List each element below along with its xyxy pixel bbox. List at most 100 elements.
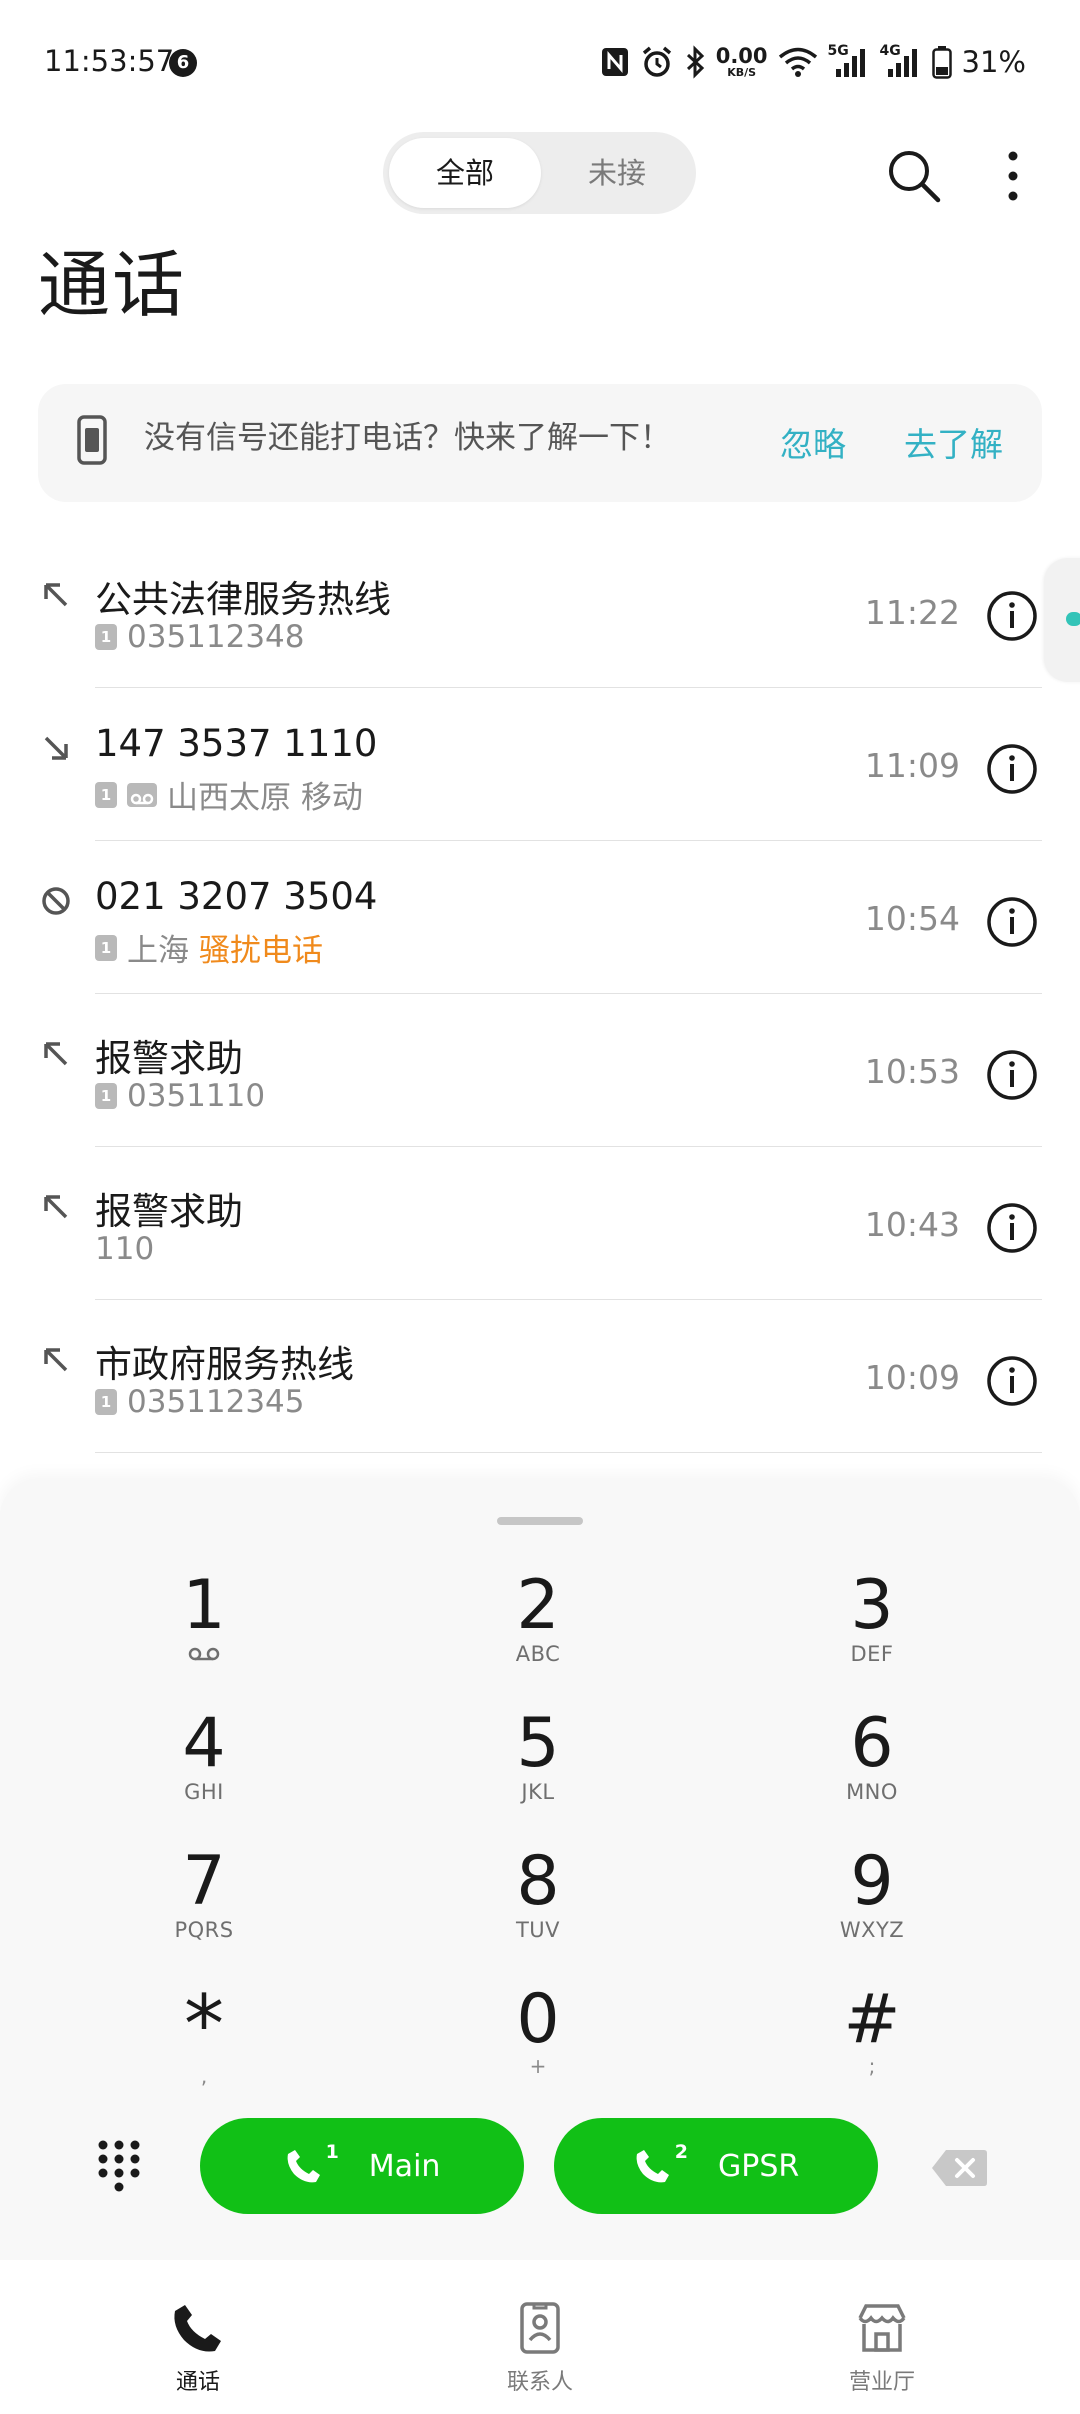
alarm-icon xyxy=(642,46,671,77)
call-time: 11:22 xyxy=(864,593,960,632)
info-icon[interactable] xyxy=(985,1201,1039,1255)
backspace-icon xyxy=(932,2150,987,2186)
dial-key-digit: * xyxy=(184,1978,224,2071)
nav-calls-label: 通话 xyxy=(175,2370,220,2395)
backspace-button[interactable] xyxy=(930,2148,988,2188)
dial-key-0[interactable]: 0 + xyxy=(438,1986,638,2106)
battery-icon xyxy=(931,46,952,79)
dial-key-1[interactable]: 1 xyxy=(104,1572,304,1692)
call-details: 1 035112345 xyxy=(95,1384,305,1420)
signal-4g-icon: 4G xyxy=(880,43,922,79)
dial-key-digit: 0 xyxy=(516,1980,560,2059)
dial-key-digit: 1 xyxy=(182,1566,226,1645)
blocked-call-icon xyxy=(42,887,70,915)
caller-name: 报警求助 xyxy=(95,1037,243,1080)
dial-key-7[interactable]: 7 PQRS xyxy=(104,1848,304,1968)
nfc-icon xyxy=(601,48,628,76)
nav-store-tab[interactable]: 营业厅 xyxy=(772,2300,992,2396)
sim-badge: 1 xyxy=(95,1083,117,1109)
dial-key-letters: DEF xyxy=(850,1642,894,1666)
bottom-navigation: 通话 联系人 营业厅 xyxy=(0,2260,1080,2414)
call-sim2-button[interactable]: 2 GPSR xyxy=(554,2118,878,2214)
dial-key-letters: PQRS xyxy=(174,1918,234,1942)
voicemail-icon xyxy=(188,1647,220,1661)
search-button[interactable] xyxy=(882,144,946,208)
banner-text: 没有信号还能打电话？快来了解一下！ xyxy=(144,420,671,456)
sim-badge: 1 xyxy=(95,624,117,650)
search-icon xyxy=(889,151,941,203)
info-icon[interactable] xyxy=(985,1354,1039,1408)
incoming-call-icon xyxy=(44,736,68,760)
banner-learn-more-button[interactable]: 去了解 xyxy=(904,418,1003,466)
dial-key-2[interactable]: 2 ABC xyxy=(438,1572,638,1692)
dial-key-letters: GHI xyxy=(184,1780,224,1804)
call-time: 10:09 xyxy=(864,1358,960,1397)
dialpad-drag-handle[interactable] xyxy=(497,1517,583,1525)
battery-percent: 31% xyxy=(961,45,1026,79)
info-icon[interactable] xyxy=(985,589,1039,643)
caller-name: 报警求助 xyxy=(95,1190,243,1233)
call-location: 山西太原 移动 xyxy=(167,780,363,816)
call-details: 110 xyxy=(95,1231,154,1267)
dial-key-8[interactable]: 8 TUV xyxy=(438,1848,638,1968)
dial-key-digit: # xyxy=(843,1980,901,2059)
dialpad-grid-icon xyxy=(98,2140,140,2192)
call-sim1-button[interactable]: 1 Main xyxy=(200,2118,524,2214)
call-log-row[interactable]: 021 3207 3504 1 上海 骚扰电话 10:54 xyxy=(0,841,1080,994)
dial-key-letters: ABC xyxy=(515,1642,561,1666)
dial-key-hash[interactable]: # ; xyxy=(772,1986,972,2106)
nav-calls-tab[interactable]: 通话 xyxy=(88,2300,308,2396)
call-button-label: GPSR xyxy=(718,2148,800,2184)
sim-number: 1 xyxy=(325,2141,339,2163)
info-icon[interactable] xyxy=(985,895,1039,949)
dial-key-symbol: + xyxy=(529,2054,547,2078)
more-options-button[interactable] xyxy=(990,144,1036,208)
dial-key-symbol: ; xyxy=(868,2054,876,2078)
call-details: 1 山西太原 移动 xyxy=(95,772,363,817)
dial-key-digit: 5 xyxy=(516,1704,560,1783)
dial-key-5[interactable]: 5 JKL xyxy=(438,1710,638,1830)
outgoing-call-icon xyxy=(44,1348,68,1372)
store-icon xyxy=(858,2304,906,2352)
call-log-row[interactable]: 147 3537 1110 1 山西太原 移动 11:09 xyxy=(0,688,1080,841)
dial-key-digit: 4 xyxy=(182,1704,226,1783)
sim-badge: 1 xyxy=(95,934,117,961)
dial-key-6[interactable]: 6 MNO xyxy=(772,1710,972,1830)
voicemail-badge-icon xyxy=(127,782,157,807)
dial-key-star[interactable]: * , xyxy=(104,1978,304,2106)
dial-key-digit: 6 xyxy=(850,1704,894,1783)
nav-contacts-tab[interactable]: 联系人 xyxy=(430,2300,650,2396)
call-log-row[interactable]: 报警求助 110 10:43 xyxy=(0,1147,1080,1300)
filter-all-tab[interactable]: 全部 xyxy=(389,138,541,208)
collapse-dialpad-button[interactable] xyxy=(96,2138,142,2194)
divider xyxy=(95,1452,1042,1453)
outgoing-call-icon xyxy=(44,1195,68,1219)
call-number: 0351110 xyxy=(127,1078,266,1114)
net-speed: 0.00 KB/S xyxy=(716,46,768,79)
call-number: 110 xyxy=(95,1231,155,1267)
call-details: 1 0351110 xyxy=(95,1078,265,1114)
info-icon[interactable] xyxy=(985,1048,1039,1102)
call-log-row[interactable]: 市政府服务热线 1 035112345 10:09 xyxy=(0,1300,1080,1453)
info-icon[interactable] xyxy=(985,742,1039,796)
call-number: 035112345 xyxy=(127,1384,305,1420)
dial-key-9[interactable]: 9 WXYZ xyxy=(772,1848,972,1968)
dial-key-letters: TUV xyxy=(515,1918,561,1942)
dial-key-digit: 9 xyxy=(850,1842,894,1921)
dial-key-digit: 3 xyxy=(850,1566,894,1645)
status-time: 11:53:57 xyxy=(44,44,175,78)
info-banner: 没有信号还能打电话？快来了解一下！ 忽略 去了解 xyxy=(38,384,1042,502)
call-button-label: Main xyxy=(368,2148,441,2184)
banner-ignore-button[interactable]: 忽略 xyxy=(780,418,846,466)
call-number: 035112348 xyxy=(127,619,305,655)
phone-icon xyxy=(174,2305,221,2352)
dial-key-4[interactable]: 4 GHI xyxy=(104,1710,304,1830)
call-time: 10:53 xyxy=(864,1052,960,1091)
sim-number: 2 xyxy=(674,2141,688,2163)
call-log-row[interactable]: 报警求助 1 0351110 10:53 xyxy=(0,994,1080,1147)
dial-key-3[interactable]: 3 DEF xyxy=(772,1572,972,1692)
filter-missed-tab[interactable]: 未接 xyxy=(543,138,691,208)
call-log-row[interactable]: 公共法律服务热线 1 035112348 11:22 xyxy=(0,535,1080,688)
sim-badge: 1 xyxy=(95,1389,117,1415)
caller-name: 市政府服务热线 xyxy=(95,1343,354,1386)
